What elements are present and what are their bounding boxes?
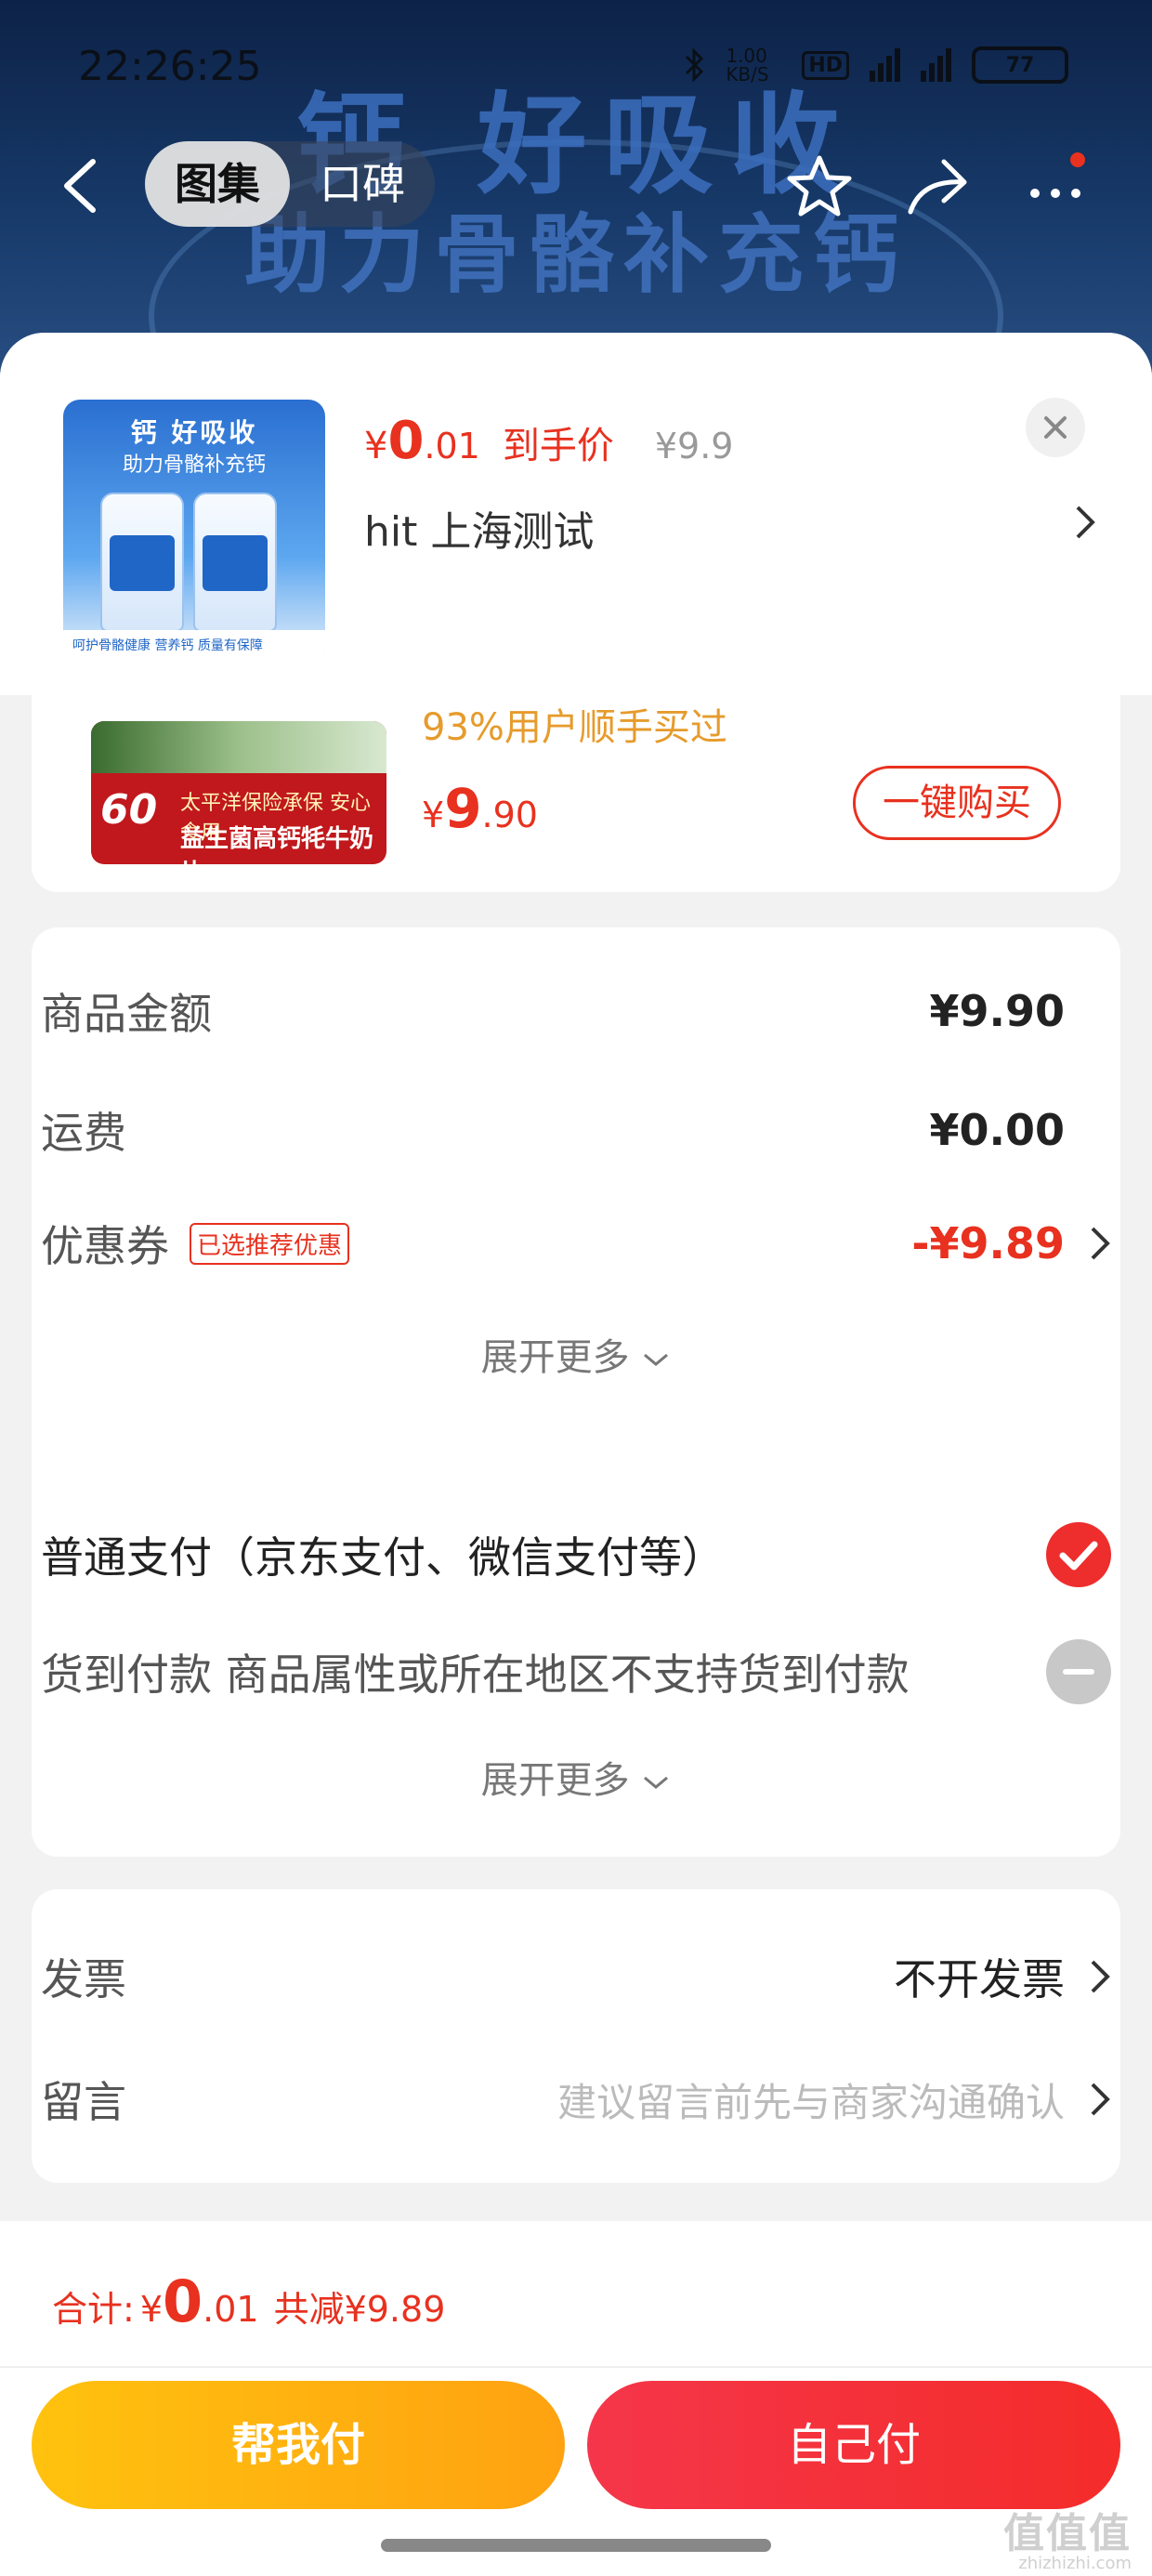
order-total: 合计: ¥ 0 .01 共减¥9.89 [52, 2267, 445, 2335]
thumb-subtitle: 助力骨骼补充钙 [122, 453, 266, 477]
coupon-value: -¥9.89 [911, 1218, 1065, 1268]
signal-icon-2 [921, 48, 951, 82]
checkmark-icon[interactable] [1046, 1522, 1111, 1587]
message-placeholder: 建议留言前先与商家沟通确认 [556, 2079, 1065, 2125]
product-summary: 钙 好吸收 助力骨骼补充钙 呵护骨骼健康 营养钙 质量有保障 ¥ 0 .01 到… [0, 333, 1152, 695]
recommend-image-top [91, 721, 386, 773]
total-label: 合计: [52, 2289, 135, 2330]
payment-option-normal[interactable]: 普通支付（京东支付、微信支付等） [41, 1522, 1111, 1587]
payment-cod-label: 货到付款 商品属性或所在地区不支持货到付款 [41, 1649, 910, 1700]
chevron-right-icon[interactable] [1072, 504, 1098, 541]
close-icon [1044, 416, 1067, 439]
help-pay-button[interactable]: 帮我付 [32, 2381, 565, 2509]
goods-amount-label: 商品金额 [41, 989, 212, 1039]
thumb-footer: 呵护骨骼健康 营养钙 质量有保障 [63, 630, 325, 662]
bottle-image [100, 493, 184, 632]
star-icon[interactable] [786, 152, 853, 219]
close-button[interactable] [1026, 398, 1085, 457]
recommend-image: 60 太平洋保险承保 安心食用 益生菌高钙牦牛奶片 [91, 721, 386, 864]
total-saved: 共减¥9.89 [273, 2289, 446, 2330]
tab-gallery[interactable]: 图集 [145, 141, 290, 227]
top-nav: 图集 口碑 [0, 130, 1152, 242]
price-symbol: ¥ [364, 425, 388, 467]
coupon-label: 优惠券 [41, 1221, 169, 1271]
shipping-label: 运费 [41, 1108, 126, 1158]
misc-card [32, 1889, 1120, 2183]
status-icons: 1.00 KB/S HD 77 [683, 46, 1068, 84]
message-label: 留言 [41, 2077, 126, 2127]
shop-name[interactable]: hit 上海测试 [364, 498, 1098, 558]
price-symbol: ¥ [422, 795, 445, 835]
expand-more-amounts[interactable]: 展开更多 [0, 1327, 1152, 1381]
recommend-price: ¥ 9 .90 [422, 777, 538, 840]
total-decimal: .01 [203, 2289, 259, 2330]
nav-tabs: 图集 口碑 [145, 141, 435, 227]
status-time: 22:26:25 [78, 43, 262, 90]
shipping-row: 运费 ¥0.00 [41, 1097, 1111, 1163]
watermark-url: zhizhizhi.com [1018, 2554, 1132, 2573]
thumb-title: 钙 好吸收 [130, 417, 258, 448]
chevron-right-icon [1091, 2083, 1110, 2116]
price-label: 到手价 [502, 425, 614, 467]
product-thumbnail: 钙 好吸收 助力骨骼补充钙 呵护骨骼健康 营养钙 质量有保障 [63, 400, 325, 662]
one-click-buy-button[interactable]: 一键购买 [853, 766, 1061, 840]
recommend-image-text-2: 益生菌高钙牦牛奶片 [180, 825, 374, 864]
price-integer: 9 [444, 777, 482, 840]
checkout-bar: 合计: ¥ 0 .01 共减¥9.89 帮我付 自己付 [0, 2221, 1152, 2576]
goods-amount-row: 商品金额 ¥9.90 [41, 979, 1111, 1044]
self-pay-button[interactable]: 自己付 [587, 2381, 1120, 2509]
bluetooth-icon [686, 47, 704, 83]
final-price: ¥ 0 .01 到手价 ¥9.9 [364, 411, 733, 471]
chevron-right-icon [1091, 1227, 1110, 1260]
bottle-image [193, 493, 277, 632]
share-icon[interactable] [903, 152, 970, 219]
total-integer: 0 [163, 2267, 203, 2335]
price-decimal: .01 [424, 426, 480, 467]
shipping-value: ¥0.00 [929, 1105, 1065, 1155]
disabled-icon [1046, 1639, 1111, 1704]
home-indicator[interactable] [381, 2539, 771, 2552]
payment-option-cod: 货到付款 商品属性或所在地区不支持货到付款 [41, 1639, 1111, 1704]
recommend-note: 93%用户顺手买过 [422, 706, 727, 749]
status-bar: 22:26:25 1.00 KB/S HD 77 [0, 37, 1152, 93]
chevron-right-icon [1091, 1960, 1110, 1993]
payment-normal-label: 普通支付（京东支付、微信支付等） [41, 1532, 725, 1583]
net-speed: 1.00 KB/S [726, 45, 769, 85]
signal-icon [870, 48, 900, 82]
tab-reviews[interactable]: 口碑 [290, 141, 435, 227]
expand-label: 展开更多 [480, 1336, 630, 1379]
total-symbol: ¥ [139, 2289, 163, 2330]
invoice-value: 不开发票 [894, 1954, 1065, 2004]
invoice-label: 发票 [41, 1954, 126, 2004]
expand-more-payment[interactable]: 展开更多 [0, 1750, 1152, 1804]
divider [0, 2366, 1152, 2368]
coupon-tag: 已选推荐优惠 [190, 1222, 350, 1265]
recommend-count: 60 [100, 786, 158, 834]
goods-amount-value: ¥9.90 [929, 986, 1065, 1036]
watermark: 值值值 [1003, 2510, 1132, 2557]
original-price: ¥9.9 [654, 426, 734, 467]
hd-badge: HD [802, 50, 849, 80]
price-integer: 0 [387, 411, 425, 471]
chevron-down-icon [644, 1776, 669, 1789]
back-arrow-icon[interactable] [56, 156, 104, 216]
battery-icon: 77 [972, 46, 1068, 84]
invoice-row[interactable]: 发票 不开发票 [41, 1944, 1111, 2009]
more-icon[interactable] [1022, 152, 1089, 219]
chevron-down-icon [644, 1353, 669, 1366]
message-row[interactable]: 留言 建议留言前先与商家沟通确认 [41, 2067, 1111, 2132]
price-decimal: .90 [481, 795, 538, 835]
coupon-row[interactable]: 优惠券 已选推荐优惠 -¥9.89 [41, 1211, 1111, 1276]
expand-label: 展开更多 [480, 1759, 630, 1802]
